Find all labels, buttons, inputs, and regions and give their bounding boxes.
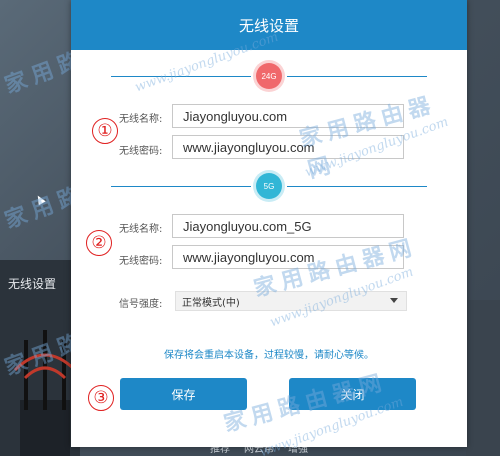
step-marker-3: ③	[88, 385, 114, 411]
chevron-down-icon	[390, 298, 398, 303]
ssid-24g-input[interactable]: Jiayongluyou.com	[172, 104, 404, 128]
save-button[interactable]: 保存	[120, 378, 247, 410]
step-marker-2: ②	[86, 230, 112, 256]
background-right-panel	[466, 300, 500, 456]
router-icon	[13, 330, 77, 456]
step-marker-1: ①	[92, 118, 118, 144]
password-5g-input[interactable]: www.jiayongluyou.com	[172, 245, 404, 269]
background-panel-title: 无线设置	[8, 277, 57, 291]
restart-notice: 保存将会重启本设备，过程较慢，请耐心等候。	[164, 350, 374, 361]
band-24g-badge: 24G	[256, 63, 282, 89]
divider	[111, 76, 251, 77]
password-label: 无线密码:	[119, 146, 163, 157]
signal-strength-label: 信号强度:	[119, 299, 163, 310]
close-button[interactable]: 关闭	[289, 378, 416, 410]
divider	[111, 186, 251, 187]
dialog-header: 无线设置	[71, 0, 467, 50]
ssid-5g-input[interactable]: Jiayongluyou.com_5G	[172, 214, 404, 238]
dialog-title: 无线设置	[238, 16, 299, 35]
password-24g-input[interactable]: www.jiayongluyou.com	[172, 135, 404, 159]
ssid-label: 无线名称:	[119, 114, 163, 125]
divider	[287, 76, 427, 77]
band-5g-badge: 5G	[256, 173, 282, 199]
watermark: 家用路由器网	[297, 92, 439, 184]
password-label: 无线密码:	[119, 256, 163, 267]
divider	[287, 186, 427, 187]
mouse-cursor-icon	[34, 193, 46, 206]
signal-strength-value: 正常模式(中)	[182, 297, 240, 309]
wireless-settings-dialog: 无线设置 24G 无线名称: Jiayongluyou.com 无线密码: ww…	[71, 0, 467, 456]
ssid-label: 无线名称:	[119, 224, 163, 235]
signal-strength-select[interactable]: 正常模式(中)	[175, 291, 407, 311]
